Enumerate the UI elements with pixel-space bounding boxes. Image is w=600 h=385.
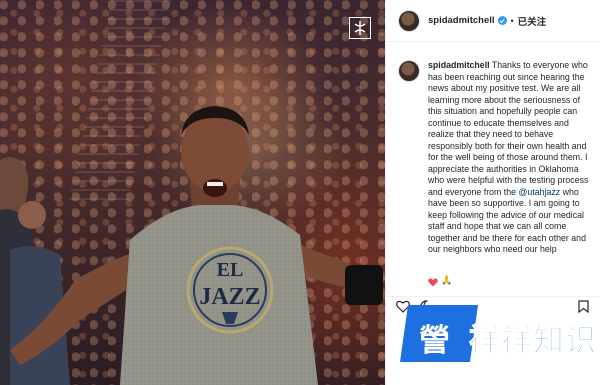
watermark-text: 謍 祥祥知识 xyxy=(407,312,597,362)
arm-sleeve xyxy=(345,265,383,305)
jersey-text-el: EL xyxy=(217,259,244,281)
actions-divider xyxy=(385,296,600,297)
nba-logo-icon xyxy=(349,17,371,39)
pray-emoji: 🙏 xyxy=(441,276,453,286)
teammate-head xyxy=(18,201,46,229)
player-teeth xyxy=(207,182,223,186)
caption-username[interactable]: spidadmitchell xyxy=(428,60,490,70)
separator-dot: • xyxy=(510,15,514,26)
caption-avatar[interactable] xyxy=(398,60,420,82)
watermark-first-char: 謍 xyxy=(419,322,451,359)
player-illustration: EL JAZZ xyxy=(0,106,383,385)
verified-badge-icon xyxy=(497,16,507,25)
post-header: spidadmitchell • 已关注 xyxy=(386,0,600,42)
post-photo[interactable]: EL JAZZ xyxy=(0,0,385,385)
caption-text: spidadmitchell Thanks to everyone who ha… xyxy=(428,60,592,256)
mention-link[interactable]: @utahjazz xyxy=(518,187,560,197)
avatar[interactable] xyxy=(398,9,420,32)
heart-icon xyxy=(428,278,438,287)
watermark-rest: 祥祥知识 xyxy=(469,322,597,359)
player-mouth xyxy=(203,179,227,197)
follow-status-button[interactable]: 已关注 xyxy=(518,14,547,28)
username-link[interactable]: spidadmitchell xyxy=(428,15,495,26)
jersey-text-jazz: JAZZ xyxy=(199,284,260,310)
caption-block: spidadmitchell Thanks to everyone who ha… xyxy=(398,60,594,256)
caption-part-1: Thanks to everyone who has been reaching… xyxy=(428,60,589,197)
